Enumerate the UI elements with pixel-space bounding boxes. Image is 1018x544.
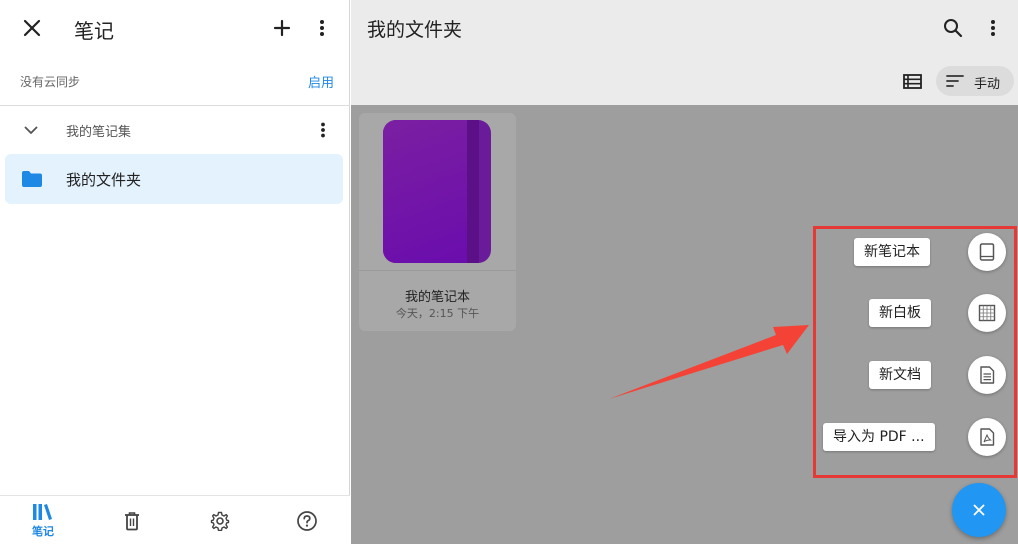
new-notebook-label[interactable]: 新笔记本 bbox=[854, 238, 930, 266]
more-vert-icon bbox=[320, 20, 324, 36]
view-toggle-button[interactable] bbox=[899, 68, 925, 94]
enable-sync-link[interactable]: 启用 bbox=[308, 72, 334, 91]
notebook-icon bbox=[979, 243, 995, 261]
list-view-icon bbox=[902, 73, 922, 89]
document-icon bbox=[980, 366, 995, 384]
close-icon bbox=[23, 19, 41, 37]
nav-help[interactable] bbox=[277, 496, 337, 544]
sidebar-title: 笔记 bbox=[74, 19, 114, 43]
content-toolbar: 手动 bbox=[351, 56, 1018, 105]
import-pdf-button[interactable] bbox=[968, 418, 1006, 456]
import-pdf-label[interactable]: 导入为 PDF ... bbox=[823, 423, 935, 451]
notebook-collection-more-button[interactable] bbox=[310, 117, 336, 143]
sync-status-row: 没有云同步 启用 bbox=[0, 56, 350, 106]
content-header: 我的文件夹 bbox=[351, 0, 1018, 56]
sidebar-header: 笔记 bbox=[0, 0, 350, 56]
nav-notes[interactable]: 笔记 bbox=[13, 496, 73, 544]
new-document-label[interactable]: 新文档 bbox=[869, 361, 931, 389]
content-more-button[interactable] bbox=[977, 12, 1009, 44]
notes-sidebar: 笔记 没有云同步 启用 我的笔记集 我的文件夹 笔记 bbox=[0, 0, 350, 544]
sidebar-item-my-folder[interactable]: 我的文件夹 bbox=[5, 154, 343, 204]
folder-icon bbox=[22, 171, 42, 187]
more-vert-icon bbox=[321, 122, 325, 138]
sort-icon bbox=[946, 75, 964, 87]
close-button[interactable] bbox=[16, 12, 48, 44]
fab-menu-highlight: 新笔记本 新白板 新文档 导入为 PDF ... bbox=[813, 226, 1017, 478]
add-button[interactable] bbox=[266, 12, 298, 44]
notebook-collection-row[interactable]: 我的笔记集 bbox=[0, 106, 350, 152]
nav-trash[interactable] bbox=[102, 496, 162, 544]
notebook-collection-label: 我的笔记集 bbox=[66, 125, 132, 140]
pdf-file-icon bbox=[980, 428, 995, 446]
notebook-cover bbox=[383, 120, 491, 263]
notebook-name: 我的笔记本 bbox=[404, 290, 470, 305]
folder-content-panel: 我的文件夹 手动 我的笔记本 今天，2:15 下午 新笔记本 新白板 新文档 导… bbox=[351, 0, 1018, 544]
bottom-navigation: 笔记 bbox=[0, 495, 350, 544]
library-icon bbox=[33, 504, 52, 520]
search-button[interactable] bbox=[937, 12, 969, 44]
notebook-card[interactable]: 我的笔记本 今天，2:15 下午 bbox=[359, 113, 516, 331]
expand-toggle[interactable] bbox=[20, 119, 42, 141]
new-document-button[interactable] bbox=[968, 356, 1006, 394]
nav-settings[interactable] bbox=[190, 496, 250, 544]
new-notebook-button[interactable] bbox=[968, 233, 1006, 271]
close-icon bbox=[973, 504, 985, 516]
page-title: 我的文件夹 bbox=[367, 19, 463, 41]
sync-status-text: 没有云同步 bbox=[20, 75, 81, 89]
help-icon bbox=[297, 510, 317, 531]
sort-label: 手动 bbox=[974, 77, 1001, 92]
nav-notes-label: 笔记 bbox=[32, 525, 54, 538]
chevron-down-icon bbox=[24, 126, 38, 134]
whiteboard-grid-icon bbox=[978, 304, 996, 322]
sort-button[interactable]: 手动 bbox=[936, 66, 1014, 96]
trash-icon bbox=[125, 511, 139, 530]
new-whiteboard-button[interactable] bbox=[968, 294, 1006, 332]
sidebar-item-label: 我的文件夹 bbox=[66, 171, 142, 189]
sidebar-more-button[interactable] bbox=[306, 12, 338, 44]
search-icon bbox=[944, 19, 963, 38]
fab-close-button[interactable] bbox=[952, 483, 1006, 537]
new-whiteboard-label[interactable]: 新白板 bbox=[869, 299, 931, 327]
plus-icon bbox=[273, 19, 291, 37]
notebook-date: 今天，2:15 下午 bbox=[395, 307, 480, 320]
folder-content-area: 我的笔记本 今天，2:15 下午 新笔记本 新白板 新文档 导入为 PDF ..… bbox=[351, 105, 1018, 544]
more-vert-icon bbox=[991, 20, 995, 36]
gear-icon bbox=[210, 511, 230, 531]
